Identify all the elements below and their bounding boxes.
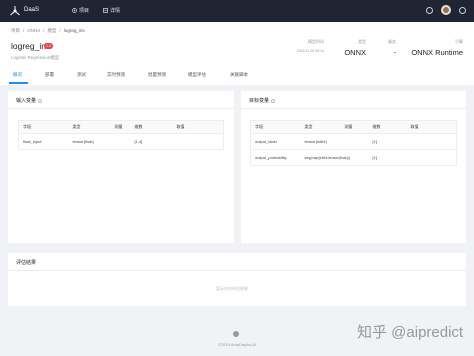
table-row: output_label tensor(int64) [1] xyxy=(250,133,457,150)
cell: output_probability xyxy=(250,149,301,166)
tab-deploy[interactable]: 部署 xyxy=(45,72,54,78)
meta-engine-value: ONNX Runtime xyxy=(411,48,463,57)
input-vars-table: 字段 类型 测量 维数 取值 float_input tensor(float)… xyxy=(18,120,224,150)
eval-results-title-text: 评估结果 xyxy=(16,260,37,266)
target-vars-title: 目标变量 xyxy=(249,97,276,104)
tab-active-indicator xyxy=(9,82,28,84)
breadcrumb-separator: / xyxy=(23,28,25,33)
meta-service-label: 服务 xyxy=(388,39,396,44)
col-header: 类型 xyxy=(300,120,341,134)
meta-created-value: 2019-11-18 05:14 xyxy=(296,49,324,53)
nav-item-detail[interactable]: 详情 xyxy=(103,7,120,14)
version-badge: 1.0 xyxy=(44,43,53,49)
footer-copyright: ©2019 AutoDeploy.AI xyxy=(217,342,256,347)
cell: [1] xyxy=(368,133,407,150)
user-avatar[interactable] xyxy=(441,5,451,15)
breadcrumb-current: logreg_iris xyxy=(63,28,85,33)
meta-engine: 引擎 ONNX Runtime xyxy=(411,39,463,57)
col-header: 取值 xyxy=(172,120,224,134)
breadcrumb: 项目 / ONNX / 模型 / logreg_iris xyxy=(11,28,85,34)
input-vars-title: 输入变量 xyxy=(16,97,43,104)
cell xyxy=(110,133,131,150)
meta-service: 服务 - xyxy=(388,39,396,57)
tab-realtime-predict[interactable]: 实时预测 xyxy=(107,72,125,78)
col-header: 取值 xyxy=(406,120,457,134)
logout-icon[interactable] xyxy=(459,6,466,14)
meta-type: 类型 ONNX xyxy=(344,39,366,57)
target-vars-title-text: 目标变量 xyxy=(249,98,270,104)
table-row: float_input tensor(float) [1,4] xyxy=(18,133,224,150)
top-navbar: DaaS 项目 详情 xyxy=(0,0,474,22)
card-divider xyxy=(8,270,466,271)
nav-item-detail-label: 详情 xyxy=(110,8,121,14)
tab-model-eval[interactable]: 模型评估 xyxy=(188,72,206,78)
card-divider xyxy=(8,108,234,109)
cell: tensor(float) xyxy=(68,133,111,150)
breadcrumb-separator: / xyxy=(59,28,61,33)
help-icon[interactable] xyxy=(426,6,433,14)
nav-item-project-label: 项目 xyxy=(79,8,90,14)
watermark: 知乎 @aipredict xyxy=(357,324,464,341)
cell xyxy=(172,133,224,150)
target-vars-card: 目标变量 字段 类型 测量 维数 取值 output_label tensor(… xyxy=(241,91,466,243)
col-header: 字段 xyxy=(18,120,69,134)
daas-logo-icon[interactable] xyxy=(9,5,21,17)
col-header: 测量 xyxy=(340,120,369,134)
brand-name[interactable]: DaaS xyxy=(24,7,39,13)
tab-overview[interactable]: 概况 xyxy=(13,72,22,78)
cell: output_label xyxy=(250,133,301,150)
tab-test[interactable]: 测试 xyxy=(77,72,86,78)
github-icon[interactable] xyxy=(233,331,239,337)
cell xyxy=(406,149,457,166)
input-vars-title-text: 输入变量 xyxy=(16,98,37,104)
project-icon xyxy=(72,8,77,13)
col-header: 测量 xyxy=(110,120,131,134)
cell: tensor(int64) xyxy=(300,133,341,150)
cell xyxy=(340,133,369,150)
cell: [1,4] xyxy=(130,133,173,150)
col-header: 维数 xyxy=(368,120,407,134)
detail-icon xyxy=(103,8,108,13)
cell: float_input xyxy=(18,133,69,150)
nav-item-project[interactable]: 项目 xyxy=(72,7,89,14)
tab-batch-predict[interactable]: 批量预测 xyxy=(148,72,166,78)
top-right-actions xyxy=(426,5,466,15)
model-subtitle: Logistic Regression模型 xyxy=(11,55,60,60)
avatar-face xyxy=(443,7,449,13)
eval-results-title: 评估结果 xyxy=(16,259,36,266)
cell xyxy=(406,133,457,150)
breadcrumb-item[interactable]: 项目 xyxy=(11,28,20,34)
col-header: 类型 xyxy=(68,120,111,134)
meta-created-label: 模型时间 xyxy=(308,39,324,44)
eval-empty-text: 暂无任何评估结果 xyxy=(216,286,248,291)
target-vars-table: 字段 类型 测量 维数 取值 output_label tensor(int64… xyxy=(250,120,457,166)
meta-type-label: 类型 xyxy=(358,39,366,44)
cell: [1] xyxy=(368,149,407,166)
cell: seq(map(int64,tensor(float))) xyxy=(300,149,369,166)
breadcrumb-item[interactable]: 模型 xyxy=(48,28,57,34)
meta-service-value: - xyxy=(393,48,397,57)
meta-engine-label: 引擎 xyxy=(455,39,463,44)
info-icon[interactable] xyxy=(38,98,43,103)
info-icon[interactable] xyxy=(271,98,276,103)
card-divider xyxy=(241,108,466,109)
meta-type-value: ONNX xyxy=(344,48,366,57)
col-header: 字段 xyxy=(250,120,301,134)
table-header-row: 字段 类型 测量 维数 取值 xyxy=(18,120,224,134)
input-vars-card: 输入变量 字段 类型 测量 维数 取值 float_input tensor(f… xyxy=(8,91,234,243)
breadcrumb-item[interactable]: ONNX xyxy=(27,28,40,34)
eval-results-card: 评估结果 暂无任何评估结果 xyxy=(8,253,466,306)
meta-created: 模型时间 2019-11-18 05:14 xyxy=(297,39,324,53)
table-header-row: 字段 类型 测量 维数 取值 xyxy=(250,120,457,134)
col-header: 维数 xyxy=(130,120,173,134)
breadcrumb-separator: / xyxy=(43,28,45,33)
tab-linked-scripts[interactable]: 关联脚本 xyxy=(230,72,248,78)
table-row: output_probability seq(map(int64,tensor(… xyxy=(250,149,457,166)
